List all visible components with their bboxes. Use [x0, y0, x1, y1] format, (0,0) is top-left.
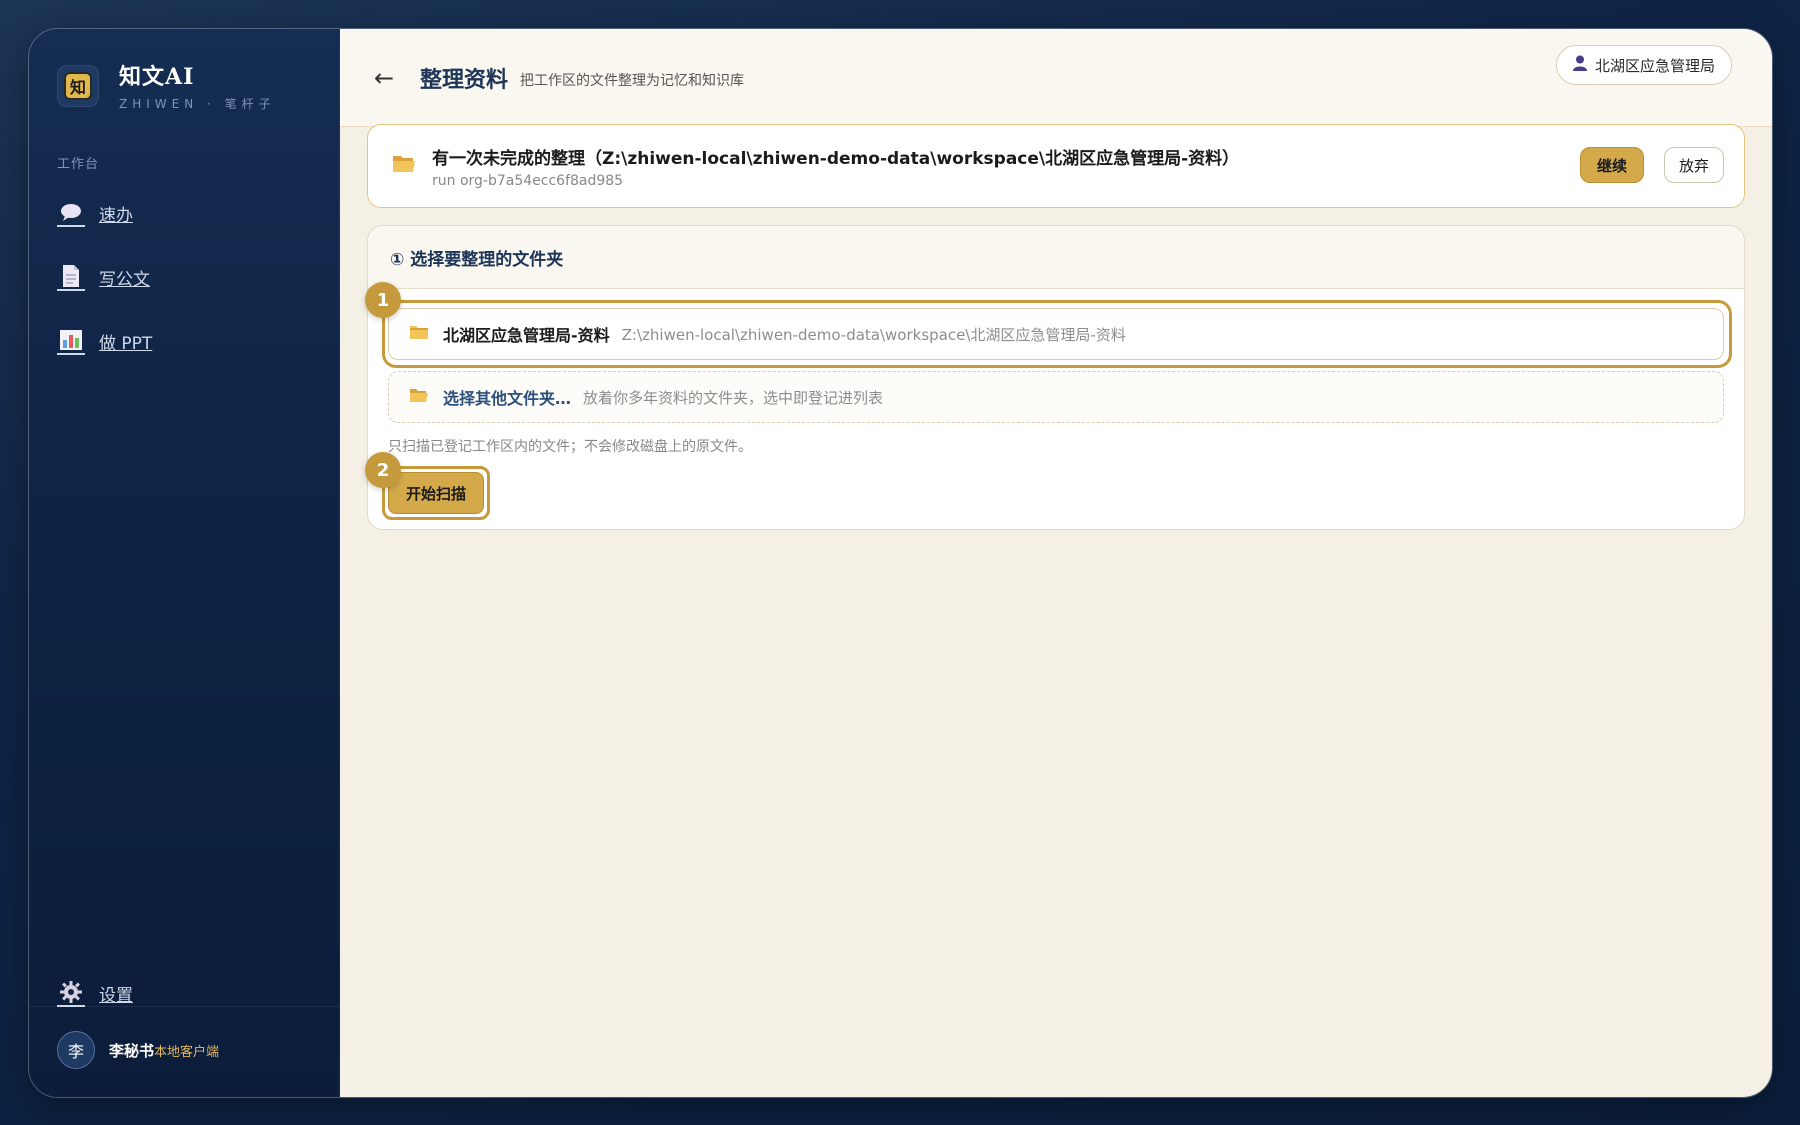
- section-label: 工作台: [57, 157, 100, 172]
- folder-select-panel: ① 选择要整理的文件夹 北湖区应急管理局-资料 Z:\zhiwen-local\…: [365, 225, 1745, 530]
- continue-button[interactable]: 继续: [1579, 147, 1644, 183]
- user-tag: 本地客户端: [154, 1044, 220, 1060]
- brand-logo: 知: [57, 64, 99, 107]
- folder-icon: [409, 324, 429, 345]
- main-content: ← 整理资料 把工作区的文件整理为记忆和知识库 北湖区应急管理局 有一次未完成的…: [340, 29, 1772, 1097]
- resume-banner: 有一次未完成的整理（Z:\zhiwen-local\zhiwen-demo-da…: [367, 124, 1745, 208]
- sidebar-item-label: 设置: [99, 985, 133, 1006]
- brand-subtitle: ZHIWEN · 笔杆子: [119, 97, 276, 111]
- person-icon: [1572, 55, 1587, 75]
- panel-header: ① 选择要整理的文件夹: [368, 226, 1744, 289]
- page-subtitle: 把工作区的文件整理为记忆和知识库: [520, 72, 745, 89]
- choose-other-folder[interactable]: 选择其他文件夹… 放着你多年资料的文件夹，选中即登记进列表: [388, 371, 1724, 423]
- logo-char: 知: [64, 71, 92, 100]
- document-icon: [57, 263, 85, 291]
- org-name: 北湖区应急管理局: [1594, 56, 1715, 75]
- brand: 知 知文AI ZHIWEN · 笔杆子: [57, 59, 276, 112]
- resume-text: 有一次未完成的整理（Z:\zhiwen-local\zhiwen-demo-da…: [432, 144, 1239, 189]
- page-title: 整理资料: [420, 66, 509, 93]
- topbar: ← 整理资料 把工作区的文件整理为记忆和知识库 北湖区应急管理局: [340, 29, 1772, 127]
- choose-folder-label: 选择其他文件夹…: [443, 389, 572, 408]
- folder-option-selected[interactable]: 北湖区应急管理局-资料 Z:\zhiwen-local\zhiwen-demo-…: [388, 308, 1724, 360]
- sidebar-item-make-ppt[interactable]: 做 PPT: [57, 327, 152, 355]
- sidebar-item-label: 写公文: [99, 269, 150, 290]
- brand-name: 知文AI: [119, 64, 195, 90]
- folder-path: Z:\zhiwen-local\zhiwen-demo-data\workspa…: [621, 325, 1126, 344]
- abandon-button[interactable]: 放弃: [1663, 147, 1724, 183]
- chat-bubble-icon: [57, 199, 85, 227]
- folder-open-icon: [409, 387, 429, 408]
- resume-run-id: run org-b7a54ecc6f8ad985: [432, 172, 624, 189]
- sidebar-item-label: 速办: [99, 205, 133, 226]
- sidebar-item-quick[interactable]: 速办: [57, 199, 133, 227]
- back-arrow-icon[interactable]: ←: [374, 64, 404, 92]
- scan-hint: 只扫描已登记工作区内的文件；不会修改磁盘上的原文件。: [388, 439, 752, 455]
- step-badge-1: 1: [365, 282, 401, 318]
- gear-icon: [57, 979, 85, 1007]
- sidebar-item-label: 做 PPT: [99, 333, 153, 354]
- choose-folder-desc: 放着你多年资料的文件夹，选中即登记进列表: [583, 388, 884, 407]
- step-badge-2: 2: [365, 452, 401, 488]
- sidebar: 知 知文AI ZHIWEN · 笔杆子 工作台 速办 写公文 做 PPT 设置 …: [29, 29, 340, 1097]
- user-name: 李秘书: [109, 1041, 155, 1060]
- user-profile[interactable]: 李 李秘书 本地客户端: [57, 1031, 219, 1069]
- sidebar-item-write-doc[interactable]: 写公文: [57, 263, 150, 291]
- folder-name: 北湖区应急管理局-资料: [443, 326, 610, 345]
- sidebar-item-settings[interactable]: 设置: [57, 979, 133, 1007]
- brand-text: 知文AI ZHIWEN · 笔杆子: [119, 59, 276, 112]
- panel-title: ① 选择要整理的文件夹: [390, 249, 564, 270]
- org-selector[interactable]: 北湖区应急管理局: [1555, 45, 1732, 85]
- folder-open-icon: [392, 153, 416, 179]
- sidebar-divider: [29, 1006, 339, 1007]
- start-scan-button[interactable]: 开始扫描: [388, 472, 484, 514]
- bar-chart-icon: [57, 327, 85, 355]
- app-window: 知 知文AI ZHIWEN · 笔杆子 工作台 速办 写公文 做 PPT 设置 …: [28, 28, 1773, 1098]
- resume-title: 有一次未完成的整理（Z:\zhiwen-local\zhiwen-demo-da…: [432, 148, 1240, 169]
- avatar: 李: [57, 1031, 95, 1069]
